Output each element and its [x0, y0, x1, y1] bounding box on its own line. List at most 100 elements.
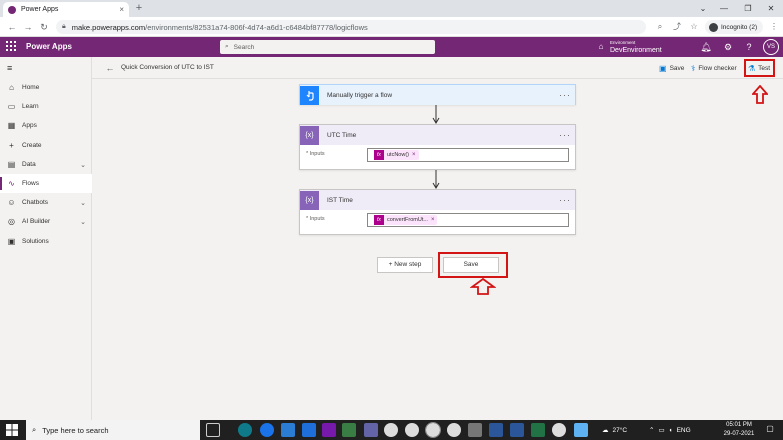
windows-start-icon[interactable] — [6, 424, 18, 436]
edge-icon[interactable] — [238, 423, 252, 437]
step-card-utc-time[interactable]: {x} UTC Time ··· * Inputs fx utcNow() × — [299, 124, 576, 170]
fx-icon: fx — [374, 215, 384, 225]
nav-item-data[interactable]: ▤ Data ⌄ — [0, 155, 92, 174]
nav-item-chatbots[interactable]: ☺ Chatbots ⌄ — [0, 193, 92, 212]
chrome-icon[interactable] — [552, 423, 566, 437]
new-step-button[interactable]: + New step — [377, 257, 433, 273]
nav-item-ai-builder[interactable]: ◎ AI Builder ⌄ — [0, 212, 92, 231]
excel-icon[interactable] — [531, 423, 545, 437]
chevron-down-icon[interactable]: ⌄ — [80, 199, 86, 207]
hamburger-menu-icon[interactable]: ≡ — [7, 63, 12, 73]
save-command-label: Save — [669, 64, 685, 72]
nav-item-flows[interactable]: ∿ Flows — [0, 174, 92, 193]
mail-icon[interactable] — [302, 423, 316, 437]
chrome-icon[interactable] — [405, 423, 419, 437]
search-placeholder: Search — [233, 43, 255, 51]
nav-label: Create — [22, 142, 42, 149]
notifications-icon[interactable]: 🔔︎ — [699, 37, 713, 57]
save-command-button[interactable]: ▣ Save — [659, 61, 684, 75]
nav-item-learn[interactable]: ▭ Learn — [0, 97, 92, 116]
environment-selector[interactable]: Environment DevEnvironment — [610, 39, 662, 55]
chrome-icon[interactable] — [447, 423, 461, 437]
incognito-icon — [709, 22, 718, 32]
chevron-down-icon[interactable]: ⌄ — [80, 161, 86, 169]
chrome-icon[interactable] — [384, 423, 398, 437]
avatar[interactable]: VS — [763, 39, 779, 55]
restore-button[interactable]: ❐ — [736, 0, 760, 17]
nav-label: Apps — [22, 122, 37, 129]
volume-icon[interactable]: ◖ — [669, 427, 673, 434]
app-grey-icon[interactable] — [468, 423, 482, 437]
incognito-profile-button[interactable]: Incognito (2) — [705, 20, 763, 34]
help-icon[interactable]: ? — [742, 37, 756, 57]
step-card-ist-time[interactable]: {x} IST Time ··· * Inputs fx convertFrom… — [299, 189, 576, 235]
share-icon[interactable]: ⤴ — [671, 20, 683, 34]
minimize-button[interactable]: — — [712, 0, 736, 17]
inputs-field[interactable]: fx utcNow() × — [367, 148, 569, 162]
connector-arrow-icon — [432, 170, 440, 189]
more-options-icon[interactable]: ··· — [559, 195, 571, 205]
word-icon[interactable] — [510, 423, 524, 437]
more-options-icon[interactable]: ··· — [559, 130, 571, 140]
nav-item-apps[interactable]: ▦ Apps — [0, 116, 92, 135]
clock-date: 29-07-2021 — [723, 431, 755, 437]
weather-temp[interactable]: 27°C — [613, 427, 628, 434]
inputs-field[interactable]: fx convertFromUt... × — [367, 213, 569, 227]
more-options-icon[interactable]: ··· — [559, 90, 571, 100]
browser-tab[interactable]: Power Apps × — [3, 2, 129, 17]
chevron-down-icon[interactable]: ⌄ — [80, 218, 86, 226]
step-title: UTC Time — [327, 131, 357, 139]
search-icon: ⌕ — [32, 425, 37, 434]
app-blue-icon[interactable] — [574, 423, 588, 437]
remove-token-icon[interactable]: × — [412, 152, 416, 158]
search-input[interactable]: ⌕ Search — [220, 40, 435, 54]
task-view-icon[interactable] — [206, 423, 220, 437]
app-circle-icon[interactable] — [260, 423, 274, 437]
environment-icon[interactable]: ⌂ — [594, 37, 608, 57]
nav-item-home[interactable]: ⌂ Home — [0, 78, 92, 97]
highlight-arrow-up-icon — [752, 85, 768, 104]
app-brand[interactable]: Power Apps — [26, 37, 72, 57]
language-label[interactable]: ENG — [677, 427, 691, 434]
nav-item-create[interactable]: + Create — [0, 136, 92, 155]
teams-icon[interactable] — [364, 423, 378, 437]
word-icon[interactable] — [489, 423, 503, 437]
chrome-active-icon[interactable] — [425, 422, 441, 438]
bookmark-star-icon[interactable]: ☆ — [688, 20, 700, 34]
chatbot-icon: ☺ — [7, 198, 16, 207]
incognito-label: Incognito (2) — [721, 23, 758, 31]
waffle-icon[interactable] — [6, 41, 16, 51]
settings-gear-icon[interactable]: ⚙ — [721, 37, 735, 57]
flow-icon: ∿ — [8, 179, 15, 188]
close-window-button[interactable]: ✕ — [759, 0, 783, 17]
flow-checker-button[interactable]: ⚕ Flow checker — [691, 61, 737, 75]
new-tab-button[interactable]: + — [133, 2, 145, 15]
taskbar-clock[interactable]: 05:01 PM 29-07-2021 — [720, 421, 758, 439]
back-arrow-icon[interactable]: ← — [104, 61, 116, 75]
nav-label: AI Builder — [22, 218, 51, 225]
forward-icon[interactable]: → — [21, 17, 35, 37]
app-green-icon[interactable] — [342, 423, 356, 437]
url-bar[interactable]: 🔒︎ make.powerapps.com/environments/82531… — [56, 20, 646, 34]
powerapps-favicon-icon — [8, 5, 16, 14]
remove-token-icon[interactable]: × — [431, 217, 435, 223]
tray-chevron-icon[interactable]: ⌃ — [649, 426, 654, 434]
expression-token[interactable]: fx convertFromUt... × — [374, 215, 438, 225]
taskbar-search-input[interactable]: ⌕ Type here to search — [26, 420, 200, 440]
expression-token[interactable]: fx utcNow() × — [374, 150, 419, 160]
trigger-card[interactable]: Manually trigger a flow ··· — [299, 84, 576, 105]
close-tab-icon[interactable]: × — [119, 5, 124, 14]
nav-item-solutions[interactable]: ▣ Solutions — [0, 232, 92, 251]
back-icon[interactable]: ← — [5, 17, 19, 37]
outlook-icon[interactable] — [281, 423, 295, 437]
system-tray: ☁ 27°C ⌃ ▭ ◖ ENG — [602, 420, 691, 440]
browser-menu-icon[interactable]: ⋮ — [768, 20, 780, 34]
network-icon[interactable]: ▭ — [658, 426, 664, 434]
reload-icon[interactable]: ↻ — [37, 17, 51, 37]
variable-icon: {x} — [300, 190, 319, 210]
database-icon: ▤ — [7, 160, 16, 169]
highlight-box-test — [744, 59, 775, 77]
search-icon[interactable]: ⌕ — [654, 20, 666, 34]
onenote-icon[interactable] — [322, 423, 336, 437]
notification-center-icon[interactable]: ▢ — [764, 424, 776, 436]
